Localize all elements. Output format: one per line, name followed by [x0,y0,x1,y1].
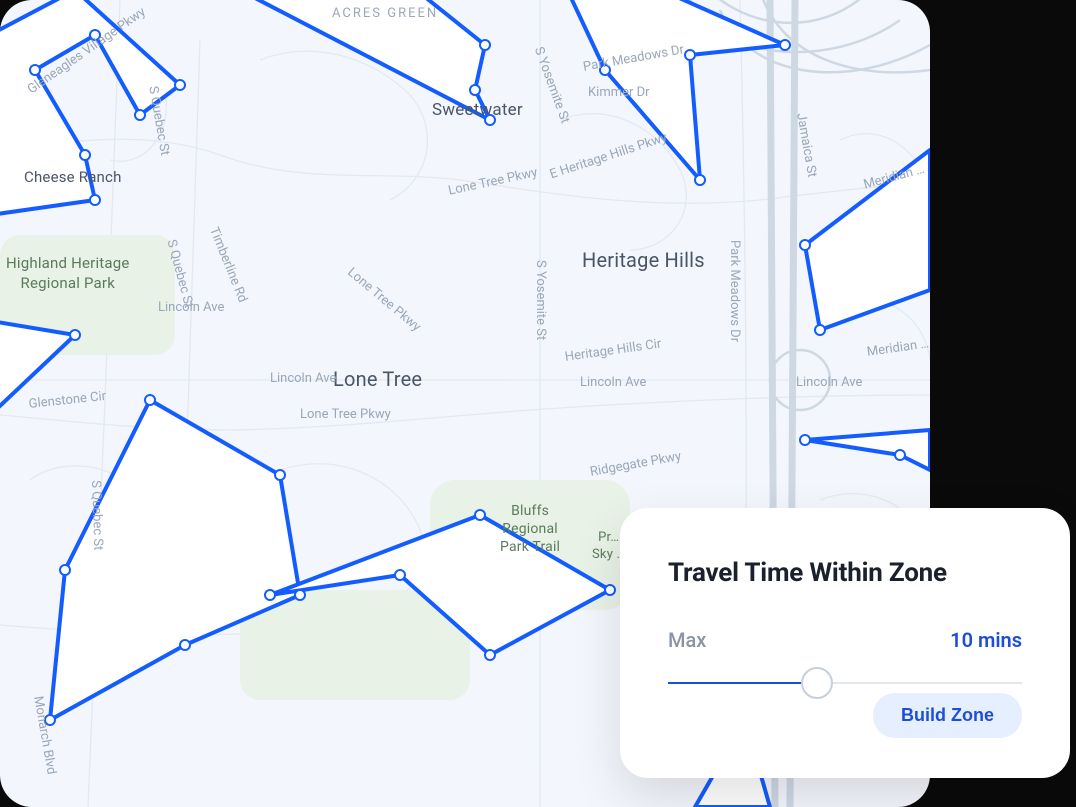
road-lincoln-3: Lincoln Ave [580,375,646,390]
label-cheese-ranch: Cheese Ranch [24,168,122,186]
road-park-meadows-2: Park Meadows Dr [727,240,742,342]
label-highland-park: Highland Heritage Regional Park [6,254,130,293]
road-kimmer: Kimmer Dr [588,85,650,100]
build-zone-button[interactable]: Build Zone [873,693,1022,738]
slider-label: Max [668,628,706,652]
slider-value: 10 mins [950,628,1022,652]
panel-title: Travel Time Within Zone [668,558,1022,588]
travel-time-panel: Travel Time Within Zone Max 10 mins Buil… [620,508,1070,778]
slider-fill [668,682,817,684]
label-sweetwater: Sweetwater [432,100,523,120]
label-lone-tree: Lone Tree [333,367,422,391]
road-lone-tree-pkwy-3: Lone Tree Pkwy [300,407,391,422]
road-s-quebec-3: S Quebec St [88,480,105,551]
slider-thumb[interactable] [801,667,833,699]
road-s-yosemite-2: S Yosemite St [533,260,548,340]
label-heritage-hills: Heritage Hills [582,248,705,272]
road-lincoln-4: Lincoln Ave [796,375,862,390]
label-bluffs-park: Bluffs Regional Park Trail [500,502,560,557]
label-acres-green: ACRES GREEN [332,6,438,21]
road-lincoln-1: Lincoln Ave [158,300,224,315]
road-lincoln-2: Lincoln Ave [270,371,336,386]
